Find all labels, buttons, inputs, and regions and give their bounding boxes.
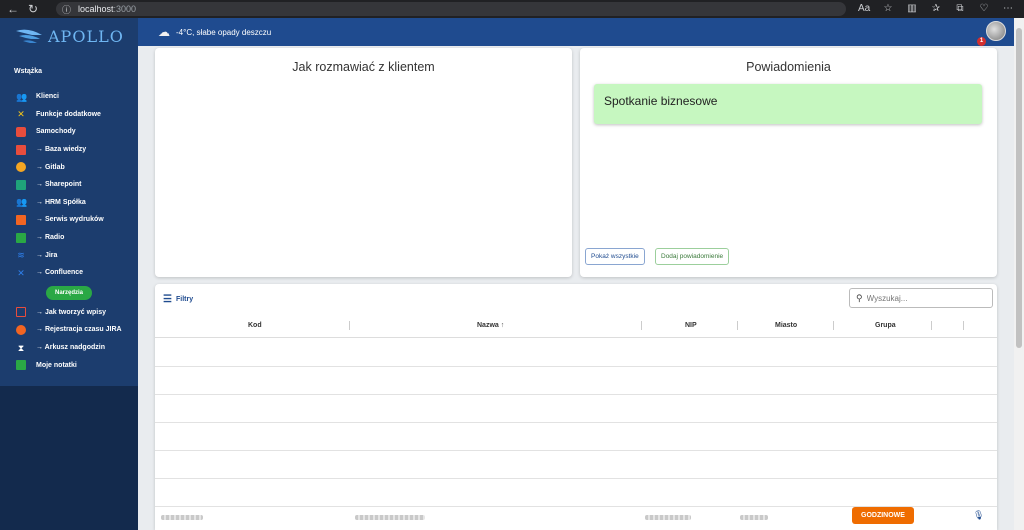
address-bar[interactable]: ⓘ localhost:3000 — [56, 2, 846, 16]
sidebar-item-rejestracja-czasu[interactable]: → Rejestracja czasu JIRA — [0, 321, 138, 339]
table-row[interactable] — [155, 339, 997, 367]
column-nip[interactable]: NIP — [685, 322, 697, 329]
app-header: ☁ -4°C, słabe opady deszczu 1 — [138, 18, 1014, 46]
sharepoint-icon — [16, 179, 26, 190]
clients-table-card: ☰ Filtry ⚲ Kod Nazwa ↑ NIP Miasto Grupa … — [155, 284, 997, 530]
sidebar-footer — [0, 386, 138, 530]
calendar-icon — [16, 307, 26, 318]
jira-icon: ≋ — [17, 250, 25, 261]
table-row[interactable] — [155, 451, 997, 479]
sidebar-item-funkcje[interactable]: ✕ Funkcje dodatkowe — [0, 106, 138, 124]
column-separator[interactable] — [349, 321, 350, 330]
sidebar-item-confluence[interactable]: ✕ → Confluence — [0, 264, 138, 282]
sidebar-item-samochody[interactable]: Samochody — [0, 123, 138, 141]
browser-actions: Aa ☆ ▥ ✰ ⧉ ♡ ⋯ — [858, 2, 1014, 16]
scrollbar-thumb[interactable] — [1016, 28, 1022, 348]
column-separator[interactable] — [737, 321, 738, 330]
table-row[interactable] — [155, 395, 997, 423]
github-icon — [16, 162, 26, 173]
table-row[interactable] — [155, 479, 997, 507]
favorites-bar-icon[interactable]: ✰ — [930, 2, 942, 16]
notifications-card: Powiadomienia Spotkanie biznesowe Pokaż … — [580, 48, 997, 277]
notifications-title: Powiadomienia — [746, 60, 831, 74]
more-icon[interactable]: ⋯ — [1002, 2, 1014, 16]
notes-icon — [16, 360, 26, 371]
brand-name: APOLLO — [48, 26, 124, 46]
sidebar-item-klienci[interactable]: 👥 Klienci — [0, 88, 138, 106]
book-icon — [16, 144, 26, 155]
table-row[interactable] — [155, 367, 997, 395]
split-screen-icon[interactable]: ▥ — [906, 2, 918, 16]
apollo-logo[interactable]: APOLLO — [0, 18, 138, 54]
url-text: localhost:3000 — [78, 4, 137, 14]
group-button[interactable]: GODZINOWE — [852, 507, 914, 524]
back-icon[interactable]: ← — [6, 2, 20, 16]
sidebar-item-hrm[interactable]: 👥 → HRM Spółka — [0, 194, 138, 212]
search-input[interactable] — [866, 293, 977, 303]
show-all-button[interactable]: Pokaż wszystkie — [585, 248, 645, 265]
favorite-icon[interactable]: ☆ — [882, 2, 894, 16]
client-guide-card: Jak rozmawiać z klientem — [155, 48, 572, 277]
car-icon — [16, 126, 26, 137]
search-field[interactable]: ⚲ — [849, 288, 993, 308]
page-scrollbar[interactable] — [1014, 18, 1024, 530]
radio-icon — [16, 232, 26, 243]
sidebar-item-jak-tworzyc-wpisy[interactable]: → Jak tworzyć wpisy — [0, 304, 138, 322]
client-guide-title: Jak rozmawiać z klientem — [292, 60, 435, 74]
info-icon[interactable]: ⓘ — [62, 3, 74, 16]
wing-icon — [16, 29, 42, 43]
column-kod[interactable]: Kod — [248, 322, 262, 329]
sidebar-section-title: Wstążka — [14, 68, 43, 75]
notification-badge: 1 — [977, 37, 986, 46]
notification-item[interactable]: Spotkanie biznesowe — [594, 84, 982, 124]
redacted-nip — [645, 515, 691, 520]
redacted-name — [355, 515, 425, 520]
weather-text: -4°C, słabe opady deszczu — [176, 27, 272, 37]
tools-badge: Narzędzia — [45, 285, 92, 300]
table-row[interactable]: GODZINOWE 🎙 — [155, 506, 997, 530]
filter-button[interactable]: ☰ Filtry — [163, 294, 193, 305]
sidebar-item-arkusz-nadgodzin[interactable]: ⧗ → Arkusz nadgodzin — [0, 339, 138, 357]
printer-icon — [16, 214, 26, 225]
column-separator[interactable] — [963, 321, 964, 330]
column-separator[interactable] — [641, 321, 642, 330]
tools-icon: ✕ — [17, 109, 25, 120]
filter-icon: ☰ — [163, 294, 172, 305]
search-icon: ⚲ — [856, 292, 863, 303]
read-aloud-icon[interactable]: Aa — [858, 2, 870, 16]
table-row[interactable] — [155, 423, 997, 451]
confluence-icon: ✕ — [17, 267, 25, 278]
microphone-icon[interactable]: 🎙 — [973, 510, 984, 521]
column-miasto[interactable]: Miasto — [775, 322, 797, 329]
sidebar-item-serwis-wydrukow[interactable]: → Serwis wydruków — [0, 211, 138, 229]
clock-icon — [16, 324, 26, 335]
sidebar-item-jira[interactable]: ≋ → Jira — [0, 246, 138, 264]
hourglass-icon: ⧗ — [17, 342, 25, 353]
avatar[interactable] — [986, 21, 1006, 41]
sidebar-item-gitlab[interactable]: → Gitlab — [0, 158, 138, 176]
team-icon: 👥 — [16, 197, 28, 208]
column-separator[interactable] — [833, 321, 834, 330]
sort-asc-icon: ↑ — [500, 322, 505, 329]
add-notification-button[interactable]: Dodaj powiadomienie — [655, 248, 730, 265]
sidebar-item-moje-notatki[interactable]: Moje notatki — [0, 356, 138, 374]
sidebar-item-baza-wiedzy[interactable]: → Baza wiedzy — [0, 141, 138, 159]
users-icon: 👥 — [16, 91, 28, 102]
extensions-icon[interactable]: ♡ — [978, 2, 990, 16]
column-nazwa[interactable]: Nazwa ↑ — [477, 322, 504, 329]
redacted-city — [740, 515, 768, 520]
sidebar-item-radio[interactable]: → Radio — [0, 229, 138, 247]
column-separator[interactable] — [931, 321, 932, 330]
collections-icon[interactable]: ⧉ — [954, 2, 966, 16]
redacted-code — [161, 515, 203, 520]
sidebar-item-sharepoint[interactable]: → Sharepoint — [0, 176, 138, 194]
reload-icon[interactable]: ↻ — [26, 2, 40, 16]
cloud-icon: ☁ — [158, 25, 170, 39]
table-header: Kod Nazwa ↑ NIP Miasto Grupa — [155, 314, 997, 338]
browser-toolbar: ← ↻ ⓘ localhost:3000 Aa ☆ ▥ ✰ ⧉ ♡ ⋯ — [0, 0, 1024, 18]
column-grupa[interactable]: Grupa — [875, 322, 896, 329]
